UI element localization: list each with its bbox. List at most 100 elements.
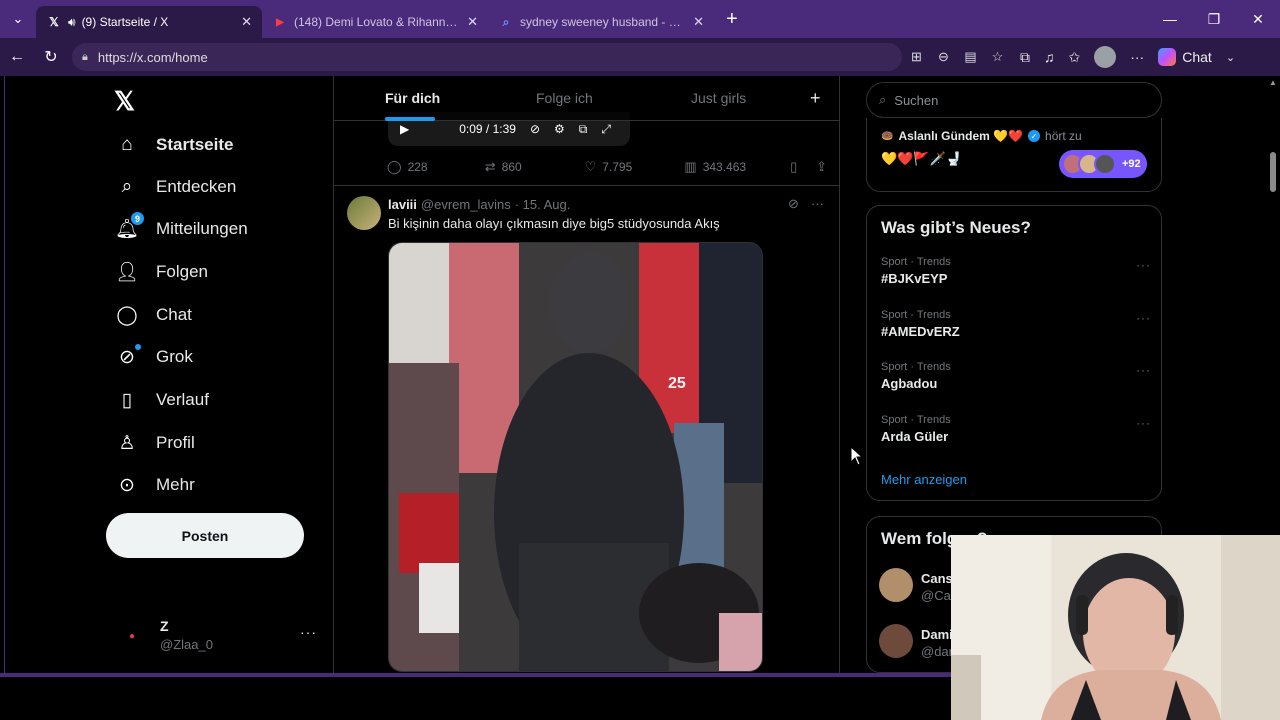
share-button[interactable]: ⇪	[816, 159, 827, 175]
settings-gear-icon[interactable]: ⚙	[554, 122, 565, 136]
popout-icon[interactable]: ⧉	[579, 122, 588, 137]
close-tab-icon[interactable]: ✕	[693, 14, 704, 30]
tab-actions-menu-icon[interactable]: ⌄	[0, 0, 36, 38]
nav-item-chat[interactable]: ◯ Chat	[116, 304, 192, 326]
like-button[interactable]: ♡ 7.795	[585, 159, 685, 175]
account-handle: @Zlaa_0	[160, 637, 213, 652]
post-button[interactable]: Posten	[106, 513, 304, 558]
more-options-icon[interactable]: ···	[300, 624, 317, 640]
search-input[interactable]	[894, 92, 1135, 108]
scroll-up-icon[interactable]: ▲	[1269, 78, 1277, 87]
zoom-icon[interactable]: ⊖	[935, 49, 952, 65]
browser-tab-youtube[interactable]: ▶ (148) Demi Lovato & Rihanna - St ✕	[262, 6, 488, 38]
media-control-icon[interactable]: ♫	[1044, 49, 1055, 65]
home-icon: ⌂	[121, 134, 133, 155]
scrollbar-thumb[interactable]	[1270, 152, 1276, 192]
tab-for-you[interactable]: Für dich	[385, 90, 440, 106]
restore-icon[interactable]: ❐	[1192, 11, 1236, 28]
fullscreen-icon[interactable]: ⤢	[601, 122, 611, 137]
bookmark-button[interactable]: ▯	[790, 159, 816, 175]
settings-more-icon[interactable]: ···	[1130, 49, 1144, 65]
grok-icon[interactable]: ⊘	[788, 196, 799, 212]
browser-toolbar-right: ⧉ ♫ ✩ ··· Chat ⌄	[1020, 38, 1235, 76]
trend-item[interactable]: Sport · Trends Agbadou ···	[881, 361, 1151, 401]
chevron-down-icon[interactable]: ⌄	[1226, 51, 1235, 64]
post-actions: ◯ 228 ⇄ 860 ♡ 7.795 ▥ 343.463 ▯ ⇪	[387, 156, 827, 178]
more-options-icon[interactable]: ···	[811, 196, 824, 212]
browser-profile-avatar[interactable]	[1094, 46, 1117, 68]
repost-button[interactable]: ⇄ 860	[485, 159, 585, 175]
close-window-icon[interactable]: ✕	[1236, 11, 1280, 28]
favorite-star-icon[interactable]: ☆	[989, 49, 1006, 65]
trend-category: Sport · Trends	[881, 309, 951, 321]
browser-tab-x-home[interactable]: 𝕏 🔊︎ (9) Startseite / X ✕	[36, 6, 262, 38]
trend-item[interactable]: Sport · Trends #AMEDvERZ ···	[881, 309, 1151, 349]
nav-item-follow[interactable]: 👤︎ Folgen	[115, 261, 208, 283]
address-bar[interactable]: 🔒︎ https://x.com/home	[72, 43, 902, 71]
x-logo-icon[interactable]: 𝕏	[114, 86, 135, 117]
heart-icon: ♡	[584, 159, 597, 174]
extensions-icon[interactable]: ⧉	[1020, 49, 1030, 66]
tab-title: sydney sweeney husband - Suche	[520, 15, 688, 29]
listeners-pill[interactable]: +92	[1059, 150, 1147, 178]
trends-panel: Was gibt’s Neues? Sport · Trends #BJKvEY…	[866, 205, 1162, 501]
profile-icon: ♙	[118, 432, 136, 454]
trend-item[interactable]: Sport · Trends #BJKvEYP ···	[881, 256, 1151, 296]
nav-item-more[interactable]: ⊙ Mehr	[116, 474, 195, 496]
copilot-chat-button[interactable]: Chat	[1158, 48, 1212, 66]
nav-item-profile[interactable]: ♙ Profil	[116, 432, 194, 454]
account-switcher[interactable]: ● Z @Zlaa_0 ···	[122, 618, 322, 658]
apps-icon[interactable]: ⊞	[908, 49, 925, 65]
favorites-icon[interactable]: ✩	[1069, 49, 1081, 66]
nav-item-notifications[interactable]: 🔔︎ 9 Mitteilungen	[115, 212, 248, 240]
author-name[interactable]: laviii	[388, 197, 417, 212]
reload-icon[interactable]: ↻	[34, 47, 68, 67]
new-tab-button[interactable]: +	[726, 8, 738, 31]
author-handle[interactable]: @evrem_lavins	[421, 197, 511, 212]
nav-item-home[interactable]: ⌂ Startseite	[116, 134, 233, 156]
search-box[interactable]: ⌕	[866, 82, 1162, 118]
views-button[interactable]: ▥ 343.463	[684, 159, 790, 175]
speaker-icon[interactable]: 🔊︎	[68, 15, 76, 30]
more-options-icon[interactable]: ···	[1136, 363, 1151, 377]
views-icon: ▥	[684, 159, 697, 174]
live-space-card[interactable]: 🍩 Aslanlı Gündem 💛❤️ ✓ hört zu 💛❤️🚩🗡️🚽 +…	[866, 118, 1162, 192]
tab-title: (148) Demi Lovato & Rihanna - St	[294, 15, 462, 29]
close-tab-icon[interactable]: ✕	[467, 14, 478, 30]
nav-item-bookmarks[interactable]: ▯ Verlauf	[116, 389, 209, 411]
search-icon: ⌕	[879, 92, 887, 107]
tab-just-girls[interactable]: Just girls	[691, 90, 746, 106]
bell-icon: 🔔︎ 9	[115, 212, 144, 240]
address-bar-actions: ⊞ ⊖ ▤ ☆	[908, 38, 1006, 76]
post-video[interactable]: 25	[388, 242, 763, 672]
copilot-icon	[1158, 48, 1177, 66]
user-name: Cans	[921, 571, 953, 586]
add-tab-icon[interactable]: +	[810, 88, 821, 109]
show-more-link[interactable]: Mehr anzeigen	[881, 472, 967, 487]
more-options-icon[interactable]: ···	[1136, 311, 1151, 325]
mute-icon[interactable]: ⊘	[530, 122, 540, 136]
browser-tab-search[interactable]: ⌕ sydney sweeney husband - Suche ✕	[488, 6, 714, 38]
more-options-icon[interactable]: ···	[1136, 258, 1151, 272]
author-avatar[interactable]	[347, 196, 381, 230]
user-avatar	[879, 624, 913, 658]
nav-item-grok[interactable]: ⊘ Grok	[116, 344, 193, 368]
post-text: Bi kişinin daha olayı çıkmasın diye big5…	[388, 216, 720, 231]
svg-text:25: 25	[668, 375, 686, 392]
play-icon[interactable]: ▶	[400, 122, 409, 136]
nav-item-explore[interactable]: ⌕ Entdecken	[116, 176, 237, 198]
reader-icon[interactable]: ▤	[962, 49, 979, 65]
trend-item[interactable]: Sport · Trends Arda Güler ···	[881, 414, 1151, 454]
close-tab-icon[interactable]: ✕	[241, 14, 252, 30]
site-info-icon[interactable]: 🔒︎	[82, 51, 88, 64]
space-title: 💛❤️🚩🗡️🚽	[881, 151, 962, 166]
reply-button[interactable]: ◯ 228	[387, 159, 485, 175]
tab-following[interactable]: Folge ich	[536, 90, 593, 106]
minimize-icon[interactable]: —	[1148, 11, 1192, 27]
active-tab-indicator	[385, 117, 435, 121]
bookmark-icon: ▯	[790, 159, 798, 174]
post-date[interactable]: · 15. Aug.	[515, 197, 571, 212]
grok-icon: ⊘	[116, 344, 141, 368]
back-icon[interactable]: ←	[0, 48, 34, 66]
more-options-icon[interactable]: ···	[1136, 416, 1151, 430]
